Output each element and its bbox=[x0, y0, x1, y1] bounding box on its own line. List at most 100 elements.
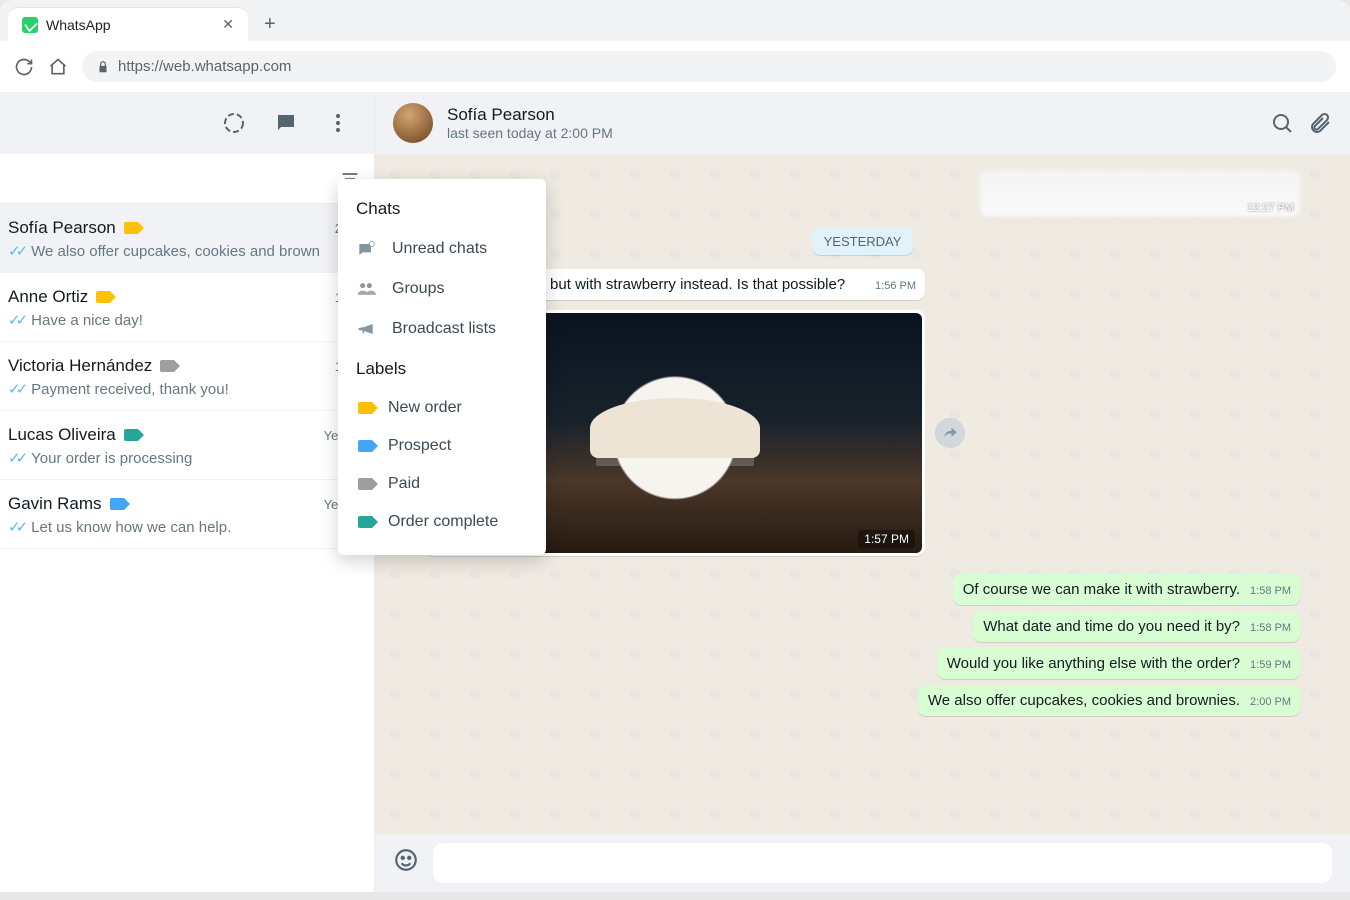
broadcast-icon bbox=[356, 319, 376, 339]
chat-list: Sofía Pearson 2:00 ✓✓We also offer cupca… bbox=[0, 204, 374, 892]
chat-preview: We also offer cupcakes, cookies and brow… bbox=[31, 243, 320, 260]
message-text: We also offer cupcakes, cookies and brow… bbox=[928, 692, 1240, 709]
message-time: 1:59 PM bbox=[1250, 659, 1291, 671]
date-divider: YESTERDAY bbox=[425, 228, 1300, 255]
new-chat-icon[interactable] bbox=[274, 111, 298, 135]
chat-preview: Payment received, thank you! bbox=[31, 381, 229, 398]
outgoing-message[interactable]: What date and time do you need it by? 1:… bbox=[973, 611, 1300, 642]
chat-item[interactable]: Victoria Hernández 1:10 ✓✓Payment receiv… bbox=[0, 342, 374, 411]
filter-label-order-complete[interactable]: Order complete bbox=[338, 503, 546, 541]
outgoing-message[interactable]: Of course we can make it with strawberry… bbox=[953, 574, 1300, 605]
read-ticks-icon: ✓✓ bbox=[8, 242, 23, 260]
new-tab-button[interactable]: + bbox=[256, 9, 284, 40]
filter-label-prospect[interactable]: Prospect bbox=[338, 427, 546, 465]
toolbar: https://web.whatsapp.com bbox=[0, 41, 1350, 92]
message-row-out: We also offer cupcakes, cookies and brow… bbox=[918, 685, 1300, 720]
message-text: Of course we can make it with strawberry… bbox=[963, 581, 1240, 598]
attach-icon[interactable] bbox=[1308, 111, 1332, 135]
avatar[interactable] bbox=[393, 103, 433, 143]
outgoing-stack: Of course we can make it with strawberry… bbox=[425, 574, 1300, 720]
label-tag-icon bbox=[124, 222, 138, 234]
chat-name: Gavin Rams bbox=[8, 494, 102, 514]
composer bbox=[375, 834, 1350, 892]
message-time: 1:58 PM bbox=[1250, 585, 1291, 597]
outgoing-message[interactable]: We also offer cupcakes, cookies and brow… bbox=[918, 685, 1300, 716]
menu-dots-icon[interactable] bbox=[326, 111, 350, 135]
chat-preview: Your order is processing bbox=[31, 450, 192, 467]
chat-name: Anne Ortiz bbox=[8, 287, 88, 307]
home-icon[interactable] bbox=[48, 57, 68, 77]
conversation-header[interactable]: Sofía Pearson last seen today at 2:00 PM bbox=[375, 92, 1350, 154]
dropdown-item-label: Broadcast lists bbox=[392, 320, 496, 338]
read-ticks-icon: ✓✓ bbox=[8, 311, 23, 329]
tab-title: WhatsApp bbox=[46, 17, 214, 33]
browser-chrome: WhatsApp ✕ + https://web.whatsapp.com bbox=[0, 0, 1350, 92]
emoji-icon[interactable] bbox=[393, 847, 419, 879]
chat-item[interactable]: Sofía Pearson 2:00 ✓✓We also offer cupca… bbox=[0, 204, 374, 273]
dropdown-item-label: New order bbox=[388, 399, 462, 417]
date-pill: YESTERDAY bbox=[812, 228, 914, 255]
message-time: 12:27 PM bbox=[1247, 202, 1294, 214]
read-ticks-icon: ✓✓ bbox=[8, 518, 23, 536]
message-row-out: Would you like anything else with the or… bbox=[937, 648, 1300, 683]
tab-strip: WhatsApp ✕ + bbox=[0, 0, 1350, 41]
sidebar-header bbox=[0, 92, 374, 154]
sidebar: Sofía Pearson 2:00 ✓✓We also offer cupca… bbox=[0, 92, 375, 892]
chat-item[interactable]: Anne Ortiz 1:57 ✓✓Have a nice day! bbox=[0, 273, 374, 342]
message-input[interactable] bbox=[433, 843, 1332, 883]
filter-label-new-order[interactable]: New order bbox=[338, 389, 546, 427]
filter-label-paid[interactable]: Paid bbox=[338, 465, 546, 503]
browser-tab[interactable]: WhatsApp ✕ bbox=[8, 8, 248, 41]
chat-name: Lucas Oliveira bbox=[8, 425, 116, 445]
dropdown-item-label: Unread chats bbox=[392, 240, 487, 258]
message-row-out: What date and time do you need it by? 1:… bbox=[973, 611, 1300, 646]
chat-item[interactable]: Gavin Rams Yester ✓✓Let us know how we c… bbox=[0, 480, 374, 549]
search-row bbox=[0, 154, 374, 204]
message-row-out: Of course we can make it with strawberry… bbox=[953, 574, 1300, 609]
search-in-chat-icon[interactable] bbox=[1270, 111, 1294, 135]
url-text: https://web.whatsapp.com bbox=[118, 58, 291, 75]
read-ticks-icon: ✓✓ bbox=[8, 449, 23, 467]
groups-icon bbox=[356, 279, 376, 299]
filter-unread-chats[interactable]: Unread chats bbox=[338, 229, 546, 269]
message-text: What date and time do you need it by? bbox=[983, 618, 1240, 635]
outgoing-message[interactable]: Would you like anything else with the or… bbox=[937, 648, 1300, 679]
chat-item[interactable]: Lucas Oliveira Yester ✓✓Your order is pr… bbox=[0, 411, 374, 480]
message-time: 1:58 PM bbox=[1250, 622, 1291, 634]
filter-groups[interactable]: Groups bbox=[338, 269, 546, 309]
forward-icon[interactable] bbox=[935, 418, 965, 448]
filter-broadcast-lists[interactable]: Broadcast lists bbox=[338, 309, 546, 349]
whatsapp-app: Sofía Pearson 2:00 ✓✓We also offer cupca… bbox=[0, 92, 1350, 892]
contact-name: Sofía Pearson bbox=[447, 105, 613, 125]
dropdown-item-label: Paid bbox=[388, 475, 420, 493]
label-tag-icon bbox=[358, 478, 372, 490]
message-row-out: 12:27 PM bbox=[425, 170, 1300, 218]
dropdown-item-label: Groups bbox=[392, 280, 444, 298]
read-ticks-icon: ✓✓ bbox=[8, 380, 23, 398]
address-bar[interactable]: https://web.whatsapp.com bbox=[82, 51, 1336, 82]
contact-status: last seen today at 2:00 PM bbox=[447, 125, 613, 141]
lock-icon bbox=[96, 60, 110, 74]
chat-preview: Let us know how we can help. bbox=[31, 519, 231, 536]
message-time: 2:00 PM bbox=[1250, 696, 1291, 708]
label-tag-icon bbox=[358, 402, 372, 414]
dropdown-section-labels: Labels bbox=[338, 349, 546, 389]
label-tag-icon bbox=[124, 429, 138, 441]
chat-name: Sofía Pearson bbox=[8, 218, 116, 238]
close-tab-icon[interactable]: ✕ bbox=[222, 16, 234, 33]
label-tag-icon bbox=[358, 440, 372, 452]
chat-filter-dropdown: Chats Unread chats Groups Broadcast list… bbox=[338, 179, 546, 555]
chat-name: Victoria Hernández bbox=[8, 356, 152, 376]
message-time: 1:57 PM bbox=[858, 530, 915, 548]
message-time: 1:56 PM bbox=[875, 280, 916, 292]
status-icon[interactable] bbox=[222, 111, 246, 135]
message-text: Would you like anything else with the or… bbox=[947, 655, 1240, 672]
dropdown-item-label: Prospect bbox=[388, 437, 451, 455]
label-tag-icon bbox=[96, 291, 110, 303]
reload-icon[interactable] bbox=[14, 57, 34, 77]
dropdown-item-label: Order complete bbox=[388, 513, 498, 531]
whatsapp-favicon-icon bbox=[22, 17, 38, 33]
chat-preview: Have a nice day! bbox=[31, 312, 143, 329]
message-row-in: o order this cake but with strawberry in… bbox=[425, 269, 1300, 304]
label-tag-icon bbox=[110, 498, 124, 510]
